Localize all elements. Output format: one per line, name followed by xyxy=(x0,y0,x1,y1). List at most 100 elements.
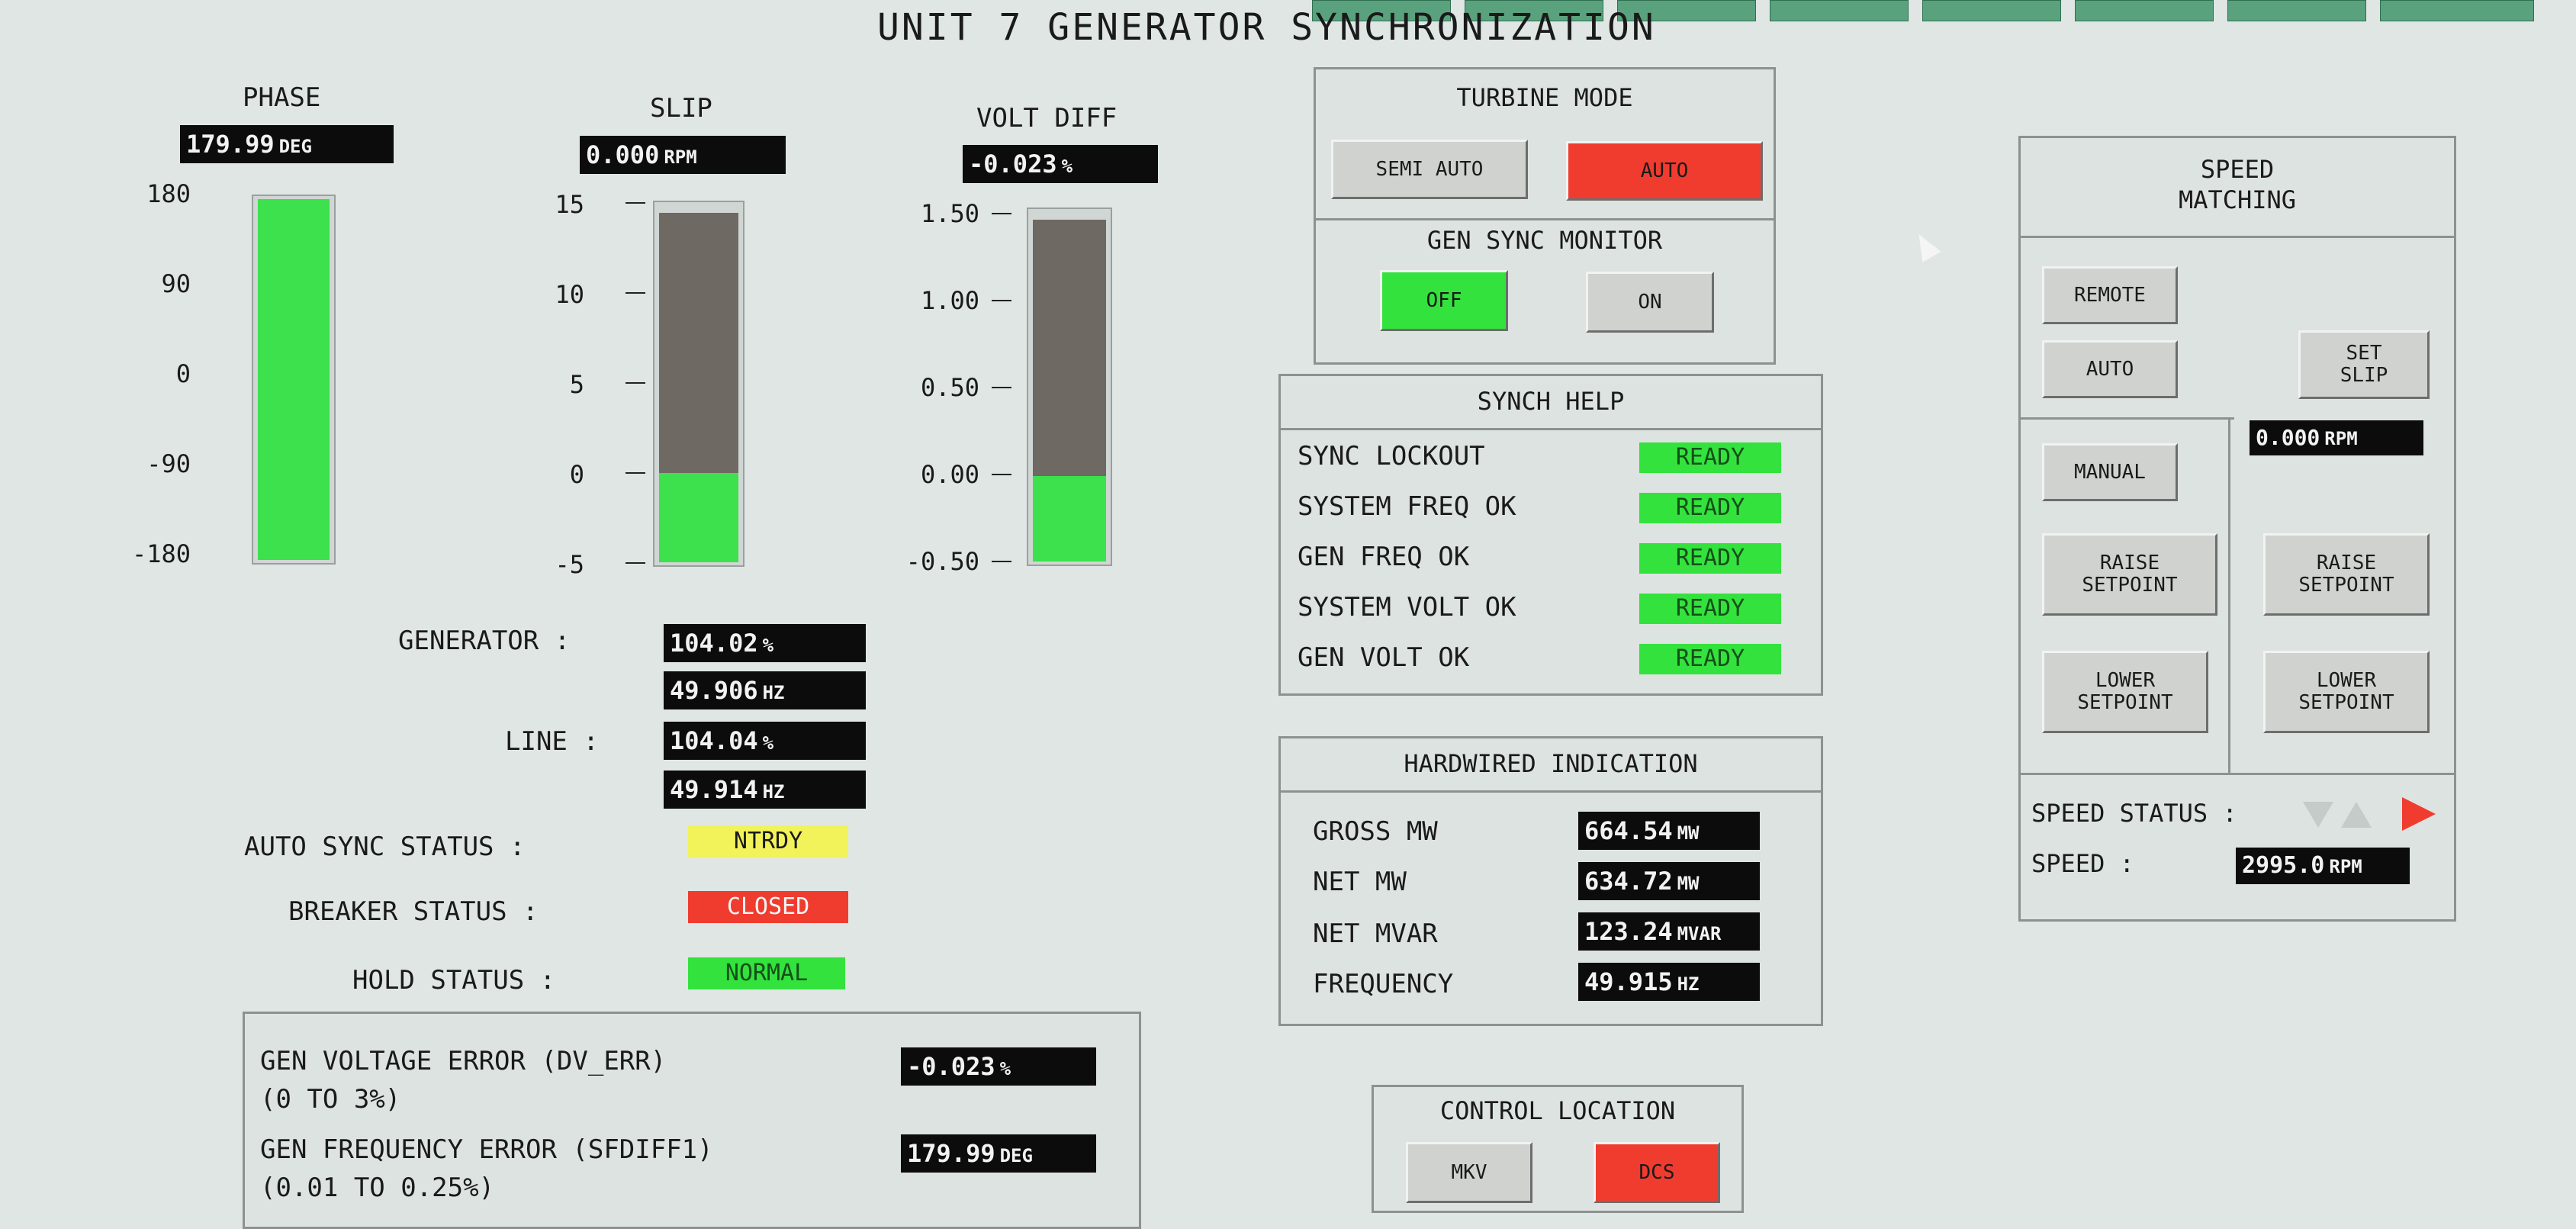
raise-setpoint-right-button[interactable]: RAISE SETPOINT xyxy=(2263,533,2430,616)
auto-mode-button[interactable]: AUTO xyxy=(1566,141,1763,201)
dv-error-label: GEN VOLTAGE ERROR (DV_ERR) xyxy=(260,1046,667,1076)
top-nav-button[interactable] xyxy=(2380,0,2534,21)
raise-l1: RAISE xyxy=(2316,552,2377,575)
speed-unit: RPM xyxy=(2329,856,2362,877)
phase-readout: 179.99 DEG xyxy=(180,125,394,163)
hold-status-label: HOLD STATUS : xyxy=(352,965,556,996)
semi-auto-button[interactable]: SEMI AUTO xyxy=(1331,140,1528,199)
top-nav-button[interactable] xyxy=(2075,0,2214,21)
panel-divider xyxy=(1316,218,1774,220)
net-mw-readout: 634.72 MW xyxy=(1578,862,1760,900)
tick-mark xyxy=(992,561,1011,562)
scale-label: 1.50 xyxy=(920,199,979,228)
voltdiff-value: -0.023 xyxy=(969,150,1057,179)
generator-label: GENERATOR : xyxy=(398,626,571,656)
net-mvar-value: 123.24 xyxy=(1584,917,1673,946)
sf-error-unit: DEG xyxy=(999,1145,1033,1166)
scale-label: -5 xyxy=(555,550,584,579)
system-volt-status: READY xyxy=(1639,594,1781,624)
raise-setpoint-right-label: RAISE SETPOINT xyxy=(2298,552,2394,596)
page-title: UNIT 7 GENERATOR SYNCHRONIZATION xyxy=(877,6,1656,49)
slip-unit: RPM xyxy=(664,146,697,168)
mouse-cursor-icon xyxy=(1909,229,1941,262)
gross-mw-unit: MW xyxy=(1677,822,1700,844)
tick-mark xyxy=(992,474,1011,475)
line-label: LINE : xyxy=(505,726,599,757)
set-slip-button[interactable]: SET SLIP xyxy=(2298,330,2430,399)
speed-auto-button[interactable]: AUTO xyxy=(2042,340,2178,398)
tick-mark xyxy=(992,300,1011,301)
remote-button[interactable]: REMOTE xyxy=(2042,266,2178,324)
scale-label: -90 xyxy=(146,449,191,478)
gen-volt-status: READY xyxy=(1639,644,1781,674)
line-pct-value: 104.04 xyxy=(670,726,758,755)
manual-button[interactable]: MANUAL xyxy=(2042,443,2178,501)
gen-sync-off-button[interactable]: OFF xyxy=(1380,270,1508,331)
slip-bar-fill xyxy=(659,473,738,562)
gen-sync-on-button[interactable]: ON xyxy=(1586,272,1714,333)
top-nav-button[interactable] xyxy=(2227,0,2366,21)
scale-label: 0 xyxy=(569,460,584,489)
panel-divider xyxy=(2021,417,2234,420)
set-slip-unit: RPM xyxy=(2324,428,2358,449)
gen-freq-status: READY xyxy=(1639,543,1781,574)
speed-label: SPEED : xyxy=(2031,849,2134,878)
lower-l1: LOWER xyxy=(2095,669,2156,693)
slip-readout: 0.000 RPM xyxy=(580,136,786,174)
slip-bar xyxy=(653,201,744,567)
voltdiff-bar xyxy=(1027,208,1112,566)
sync-lockout-status: READY xyxy=(1639,442,1781,473)
set-slip-label: SET SLIP xyxy=(2340,343,2388,386)
phase-bar-fill xyxy=(258,199,330,560)
dv-error-unit: % xyxy=(999,1058,1011,1079)
generator-hz-readout: 49.906 HZ xyxy=(664,671,866,709)
panel-vertical-divider xyxy=(2228,417,2230,773)
net-mw-value: 634.72 xyxy=(1584,867,1673,896)
scale-label: 5 xyxy=(569,370,584,399)
lower-setpoint-left-button[interactable]: LOWER SETPOINT xyxy=(2042,651,2208,733)
lower-l2: SETPOINT xyxy=(2298,691,2394,714)
speed-up-arrow-icon xyxy=(2341,802,2372,828)
speed-matching-title-line2: MATCHING xyxy=(2178,185,2297,214)
top-nav-button[interactable] xyxy=(1922,0,2061,21)
set-slip-line1: SET xyxy=(2346,342,2382,365)
generator-hz-unit: HZ xyxy=(762,682,785,703)
system-freq-label: SYSTEM FREQ OK xyxy=(1298,491,1516,522)
speed-right-arrow-icon xyxy=(2402,797,2436,831)
raise-setpoint-left-button[interactable]: RAISE SETPOINT xyxy=(2042,533,2217,616)
scale-label: 10 xyxy=(555,280,584,309)
lower-setpoint-right-button[interactable]: LOWER SETPOINT xyxy=(2263,651,2430,733)
slip-label: SLIP xyxy=(650,93,712,124)
set-slip-readout: 0.000 RPM xyxy=(2250,420,2423,455)
panel-divider xyxy=(2021,773,2454,775)
scale-label: 1.00 xyxy=(920,286,979,315)
system-volt-label: SYSTEM VOLT OK xyxy=(1298,592,1516,623)
tick-mark xyxy=(626,562,645,564)
tick-mark xyxy=(626,382,645,384)
voltdiff-label: VOLT DIFF xyxy=(976,103,1118,134)
lower-l1: LOWER xyxy=(2316,669,2377,693)
sf-error-readout: 179.99 DEG xyxy=(901,1134,1096,1173)
set-slip-value: 0.000 xyxy=(2256,425,2320,450)
speed-status-label: SPEED STATUS : xyxy=(2031,799,2237,828)
lower-setpoint-left-label: LOWER SETPOINT xyxy=(2077,670,2172,713)
phase-unit: DEG xyxy=(278,136,312,157)
auto-sync-status-label: AUTO SYNC STATUS : xyxy=(244,832,526,862)
frequency-unit: HZ xyxy=(1677,973,1700,995)
mkv-button[interactable]: MKV xyxy=(1406,1142,1532,1203)
speed-value: 2995.0 xyxy=(2242,852,2325,879)
tick-mark xyxy=(992,213,1011,214)
error-panel: GEN VOLTAGE ERROR (DV_ERR) (0 TO 3%) -0.… xyxy=(243,1012,1141,1229)
dv-error-range: (0 TO 3%) xyxy=(260,1084,401,1115)
turbine-mode-panel: TURBINE MODE SEMI AUTO AUTO GEN SYNC MON… xyxy=(1314,67,1776,365)
auto-sync-status-badge: NTRDY xyxy=(688,825,848,857)
generator-pct-value: 104.02 xyxy=(670,629,758,658)
phase-value: 179.99 xyxy=(186,130,275,159)
dcs-button[interactable]: DCS xyxy=(1594,1142,1720,1203)
raise-l2: SETPOINT xyxy=(2298,574,2394,597)
lower-l2: SETPOINT xyxy=(2077,691,2173,714)
gen-volt-label: GEN VOLT OK xyxy=(1298,642,1470,673)
panel-divider xyxy=(2021,236,2454,238)
top-nav-button[interactable] xyxy=(1770,0,1909,21)
voltdiff-bar-fill xyxy=(1033,476,1106,561)
